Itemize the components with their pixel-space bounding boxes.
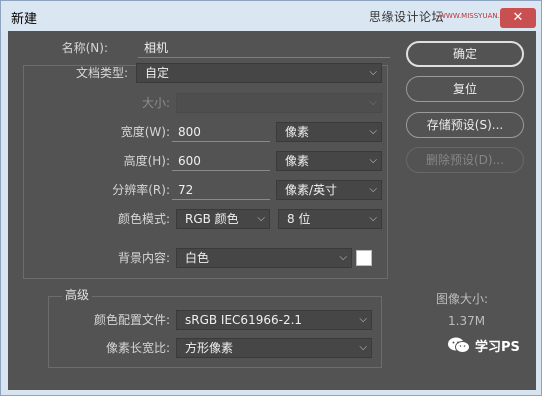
width-unit-value: 像素: [285, 125, 310, 139]
resolution-unit-value: 像素/英寸: [285, 183, 338, 197]
resolution-unit-select[interactable]: 像素/英寸 ⌵: [276, 180, 382, 200]
delete-preset-button[interactable]: 删除预设(D)...: [406, 147, 524, 173]
resolution-input[interactable]: 72: [172, 180, 270, 200]
chevron-down-icon: ⌵: [369, 97, 377, 108]
background-label: 背景内容:: [117, 251, 170, 265]
chevron-down-icon: ⌵: [359, 342, 367, 353]
name-label: 名称(N):: [61, 41, 108, 55]
color-profile-label: 颜色配置文件:: [93, 313, 170, 327]
background-select[interactable]: 白色 ⌵: [176, 248, 352, 268]
footer-text: 学习PS: [475, 340, 520, 355]
color-mode-select[interactable]: RGB 颜色 ⌵: [176, 209, 270, 229]
height-unit-value: 像素: [285, 154, 310, 168]
bit-depth-select[interactable]: 8 位 ⌵: [278, 209, 382, 229]
doc-type-label: 文档类型:: [75, 66, 128, 80]
width-input[interactable]: 800: [172, 122, 270, 142]
ok-button[interactable]: 确定: [406, 41, 524, 67]
pixel-aspect-value: 方形像素: [185, 341, 234, 355]
background-color-swatch[interactable]: [356, 250, 372, 266]
chevron-down-icon: ⌵: [339, 252, 347, 263]
size-select[interactable]: ⌵: [176, 93, 382, 113]
width-label: 宽度(W):: [120, 125, 170, 139]
height-label: 高度(H):: [123, 154, 170, 168]
new-document-dialog: 新建 思缘设计论坛 WWW.MISSYUAN.COM ✕ 名称(N): 相机 文…: [0, 0, 542, 396]
chevron-down-icon: ⌵: [369, 67, 377, 78]
title-bar: 新建 思缘设计论坛 WWW.MISSYUAN.COM ✕: [1, 1, 541, 31]
close-button[interactable]: ✕: [500, 8, 536, 28]
doc-type-value: 自定: [145, 66, 170, 80]
pixel-aspect-select[interactable]: 方形像素 ⌵: [176, 338, 372, 358]
dialog-title: 新建: [11, 12, 38, 27]
color-profile-select[interactable]: sRGB IEC61966-2.1 ⌵: [176, 310, 372, 330]
chevron-down-icon: ⌵: [369, 184, 377, 195]
name-input[interactable]: 相机: [138, 38, 390, 58]
image-size-value: 1.37M: [448, 314, 486, 328]
chevron-down-icon: ⌵: [369, 155, 377, 166]
color-profile-value: sRGB IEC61966-2.1: [185, 313, 303, 327]
doc-type-select[interactable]: 自定 ⌵: [136, 63, 382, 83]
close-icon: ✕: [512, 10, 524, 25]
color-mode-value: RGB 颜色: [185, 212, 239, 226]
advanced-title: 高级: [62, 288, 93, 302]
height-input[interactable]: 600: [172, 151, 270, 171]
footer-watermark: 学习PS: [447, 334, 527, 356]
image-size-label: 图像大小:: [436, 292, 489, 306]
color-mode-label: 颜色模式:: [117, 212, 170, 226]
resolution-label: 分辨率(R):: [112, 183, 170, 197]
size-label: 大小:: [141, 96, 170, 110]
save-preset-button[interactable]: 存储预设(S)...: [406, 112, 524, 138]
width-unit-select[interactable]: 像素 ⌵: [276, 122, 382, 142]
wechat-icon: [448, 337, 470, 353]
background-value: 白色: [185, 251, 210, 265]
pixel-aspect-label: 像素长宽比:: [105, 341, 170, 355]
bit-depth-value: 8 位: [287, 212, 311, 226]
chevron-down-icon: ⌵: [359, 314, 367, 325]
chevron-down-icon: ⌵: [369, 126, 377, 137]
chevron-down-icon: ⌵: [257, 213, 265, 224]
reset-button[interactable]: 复位: [406, 76, 524, 102]
height-unit-select[interactable]: 像素 ⌵: [276, 151, 382, 171]
watermark: 思缘设计论坛: [369, 10, 445, 24]
chevron-down-icon: ⌵: [369, 213, 377, 224]
